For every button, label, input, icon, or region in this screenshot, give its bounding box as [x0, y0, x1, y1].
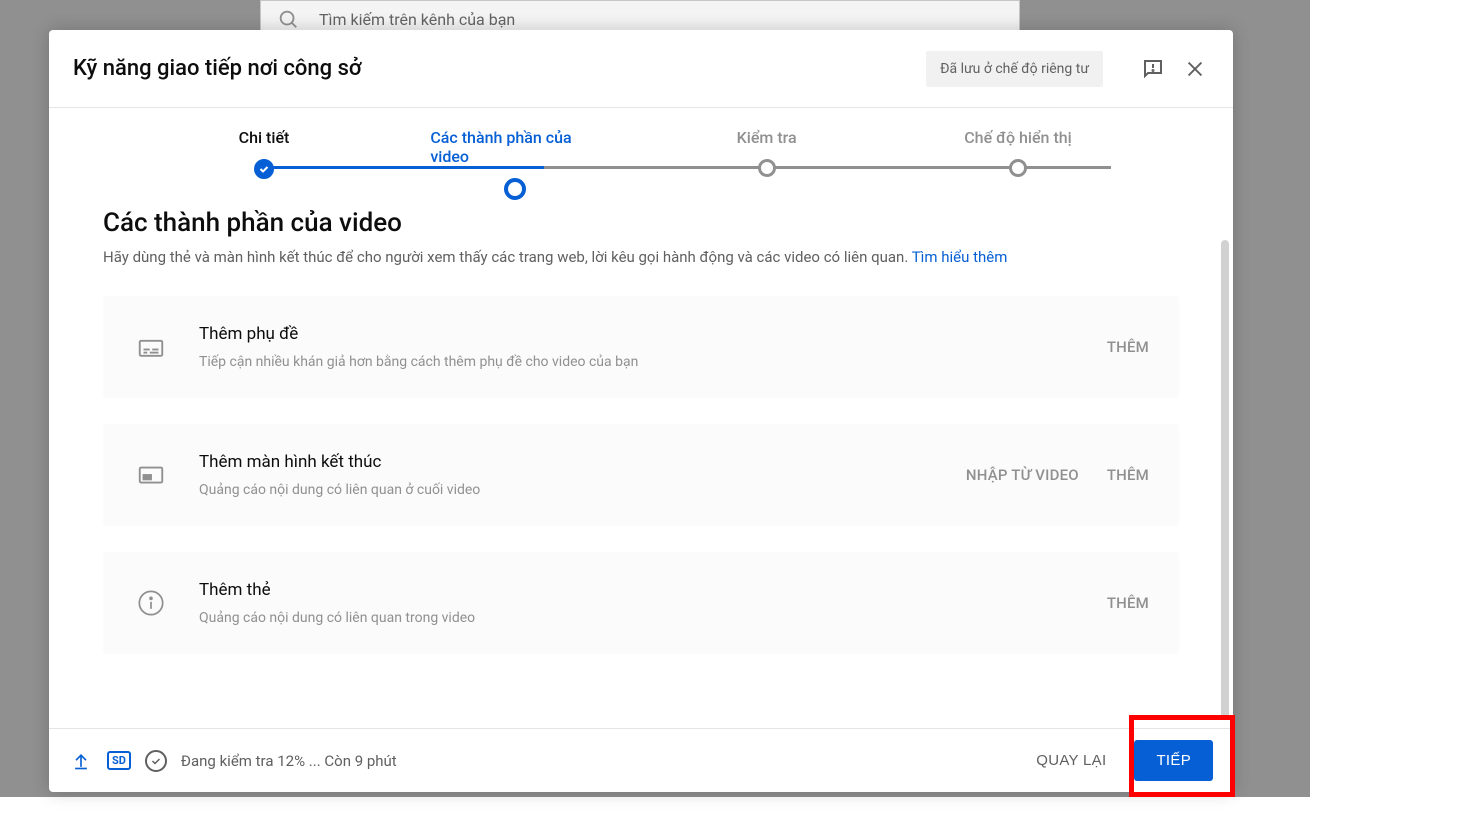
upload-icon[interactable] [69, 749, 93, 773]
info-card-icon [133, 585, 169, 621]
saved-status-badge: Đã lưu ở chế độ riêng tư [926, 51, 1103, 87]
card-add-subtitles: Thêm phụ đề Tiếp cận nhiều khán giả hơn … [103, 296, 1179, 398]
scrollbar[interactable] [1221, 240, 1229, 720]
next-button[interactable]: TIẾP [1134, 740, 1213, 781]
import-from-video-button[interactable]: NHẬP TỪ VIDEO [966, 466, 1079, 484]
dialog-title: Kỹ năng giao tiếp nơi công sở [73, 56, 926, 81]
card-add-end-screen: Thêm màn hình kết thúc Quảng cáo nội dun… [103, 424, 1179, 526]
card-desc: Quảng cáo nội dung có liên quan ở cuối v… [199, 482, 936, 498]
check-circle-icon[interactable] [145, 750, 167, 772]
close-icon[interactable] [1181, 55, 1209, 83]
subtitles-icon [133, 329, 169, 365]
step-dot [1009, 159, 1027, 177]
back-button[interactable]: QUAY LẠI [1016, 740, 1126, 781]
search-icon [277, 8, 299, 30]
add-end-screen-button[interactable]: THÊM [1107, 466, 1149, 484]
card-title: Thêm màn hình kết thúc [199, 452, 936, 472]
sd-quality-icon[interactable]: SD [107, 751, 131, 770]
feedback-icon[interactable] [1139, 55, 1167, 83]
check-icon [254, 159, 274, 179]
step-visibility[interactable]: Chế độ hiển thị [933, 128, 1103, 177]
dialog-content: Các thành phần của video Hãy dùng thẻ và… [49, 188, 1233, 728]
step-details[interactable]: Chi tiết [179, 128, 349, 179]
add-cards-button[interactable]: THÊM [1107, 594, 1149, 612]
card-title: Thêm phụ đề [199, 324, 1077, 344]
bottom-margin [0, 797, 1310, 837]
add-subtitles-button[interactable]: THÊM [1107, 338, 1149, 356]
learn-more-link[interactable]: Tìm hiểu thêm [912, 248, 1008, 266]
search-placeholder: Tìm kiếm trên kênh của bạn [319, 10, 515, 29]
dialog-header: Kỹ năng giao tiếp nơi công sở Đã lưu ở c… [49, 30, 1233, 108]
step-video-elements[interactable]: Các thành phần của video [430, 128, 600, 200]
upload-dialog: Kỹ năng giao tiếp nơi công sở Đã lưu ở c… [49, 30, 1233, 792]
processing-status: Đang kiểm tra 12% ... Còn 9 phút [181, 752, 1016, 770]
card-title: Thêm thẻ [199, 580, 1077, 600]
step-dot [758, 159, 776, 177]
step-checks[interactable]: Kiểm tra [682, 128, 852, 177]
section-subtitle: Hãy dùng thẻ và màn hình kết thúc để cho… [103, 248, 1179, 266]
section-heading: Các thành phần của video [103, 208, 1179, 238]
end-screen-icon [133, 457, 169, 493]
card-desc: Tiếp cận nhiều khán giả hơn bằng cách th… [199, 354, 1077, 370]
stepper: Chi tiết Các thành phần của video Kiểm t… [49, 108, 1233, 188]
right-margin [1310, 0, 1472, 837]
dialog-footer: SD Đang kiểm tra 12% ... Còn 9 phút QUAY… [49, 728, 1233, 792]
card-desc: Quảng cáo nội dung có liên quan trong vi… [199, 610, 1077, 626]
step-dot-active [504, 178, 526, 200]
card-add-cards: Thêm thẻ Quảng cáo nội dung có liên quan… [103, 552, 1179, 654]
